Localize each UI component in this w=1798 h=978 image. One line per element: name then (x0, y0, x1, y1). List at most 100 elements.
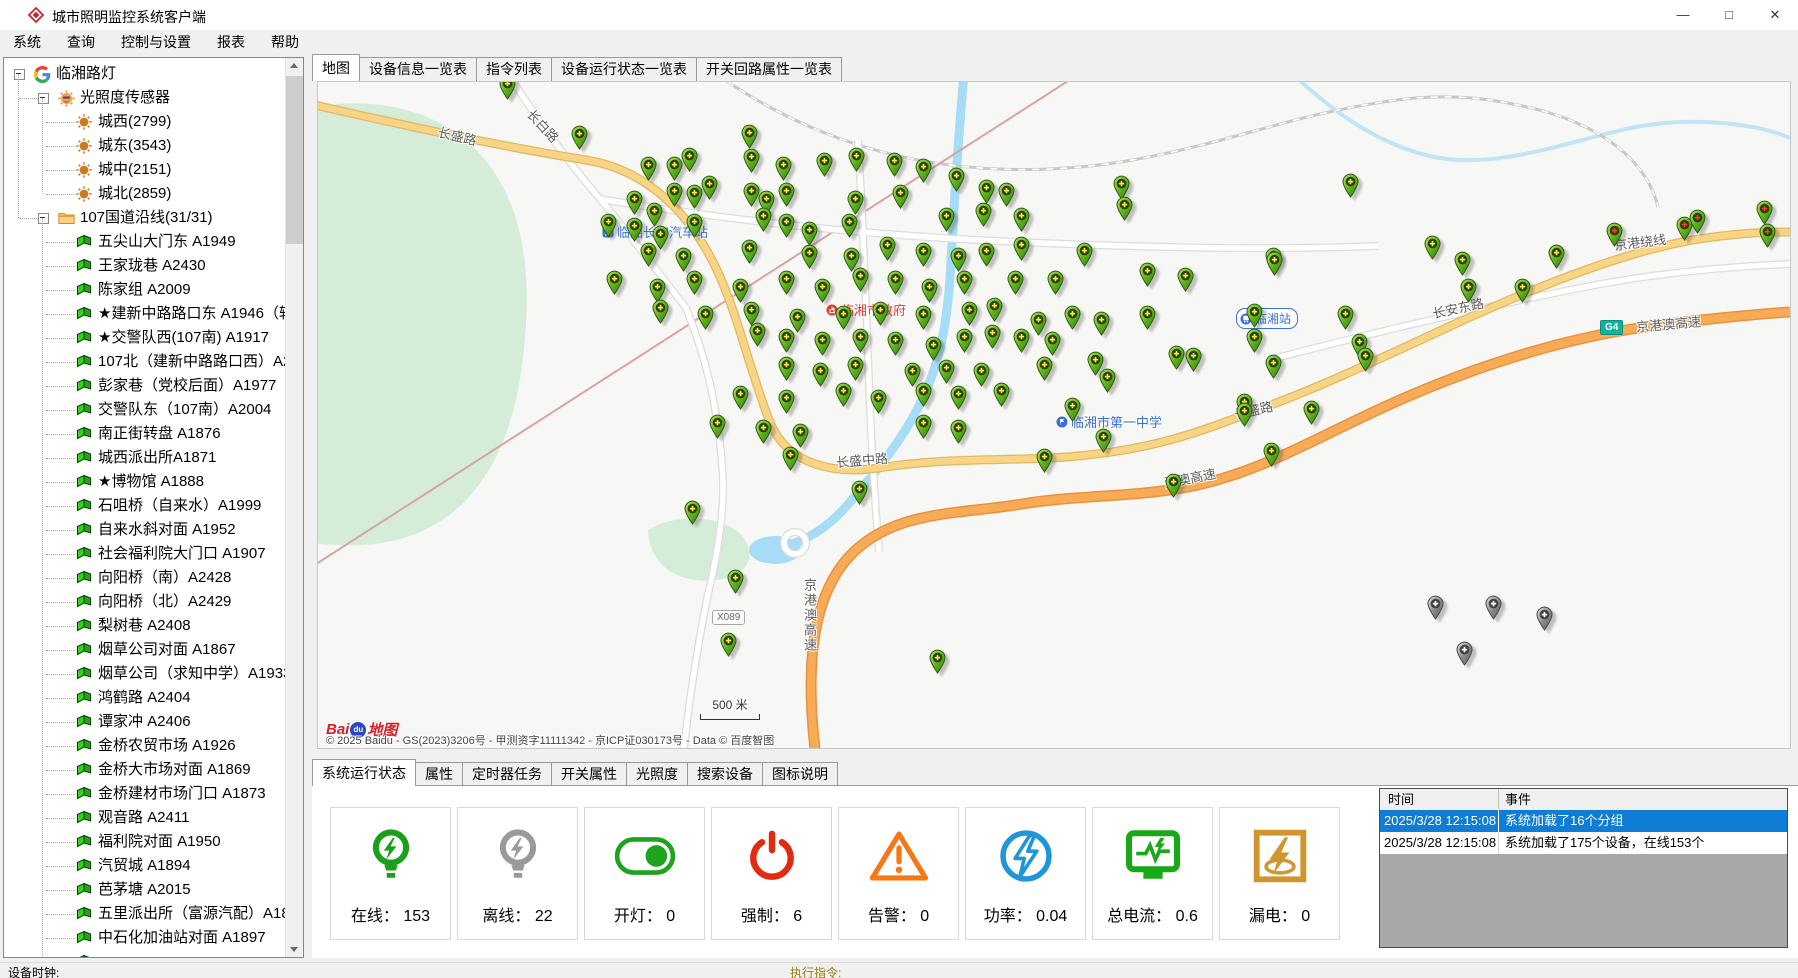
scroll-up-icon[interactable] (286, 58, 303, 74)
map-pin-online[interactable] (1098, 368, 1117, 393)
map-pin-offline[interactable] (1484, 595, 1503, 620)
map-pin-online[interactable] (1336, 305, 1355, 330)
tree-device-node[interactable]: 观音路 A2411 (4, 806, 286, 830)
map-pin-online[interactable] (740, 124, 759, 149)
map-pin-online[interactable] (977, 242, 996, 267)
map-pin-online[interactable] (891, 184, 910, 209)
map-pin-forced[interactable] (1605, 222, 1624, 247)
tab-map[interactable]: 地图 (312, 54, 360, 81)
tree-device-node[interactable]: 自来水斜对面 A1952 (4, 518, 286, 542)
map-pin-online[interactable] (955, 270, 974, 295)
map-pin-online[interactable] (1035, 448, 1054, 473)
tab-switch-props[interactable]: 开关属性 (551, 762, 627, 786)
minimize-icon[interactable]: — (1660, 0, 1706, 30)
map-pin-online[interactable] (928, 649, 947, 674)
map-pin-online[interactable] (731, 385, 750, 410)
map-pin-online[interactable] (774, 156, 793, 181)
map-pin-online[interactable] (1063, 305, 1082, 330)
tree-group-road107[interactable]: 107国道沿线(31/31) (4, 206, 286, 230)
tree-device-node[interactable]: 福利院对面 A1950 (4, 830, 286, 854)
map-pin-online[interactable] (680, 147, 699, 172)
map-pin-online[interactable] (1138, 262, 1157, 287)
tab-icon-legend[interactable]: 图标说明 (762, 762, 838, 786)
map-pin-online[interactable] (726, 569, 745, 594)
map-pin-online[interactable] (754, 207, 773, 232)
map-pin-online[interactable] (977, 179, 996, 204)
map-pin-online[interactable] (871, 301, 890, 326)
map-pin-online[interactable] (1075, 242, 1094, 267)
map-pin-online[interactable] (1043, 331, 1062, 356)
tree-sensor-node[interactable]: 城北(2859) (4, 182, 286, 206)
map-pin-online[interactable] (985, 297, 1004, 322)
tab-device-status-list[interactable]: 设备运行状态一览表 (551, 57, 697, 81)
map-pin-online[interactable] (696, 305, 715, 330)
scrollbar-thumb[interactable] (286, 76, 303, 244)
map-pin-online[interactable] (811, 362, 830, 387)
tree-device-node[interactable]: 社会福利院大门口 A1907 (4, 542, 286, 566)
map-pin-online[interactable] (777, 389, 796, 414)
tree-device-node[interactable]: 石咀桥（自来水）A1999 (4, 494, 286, 518)
tree-device-node[interactable]: 烟草公司对面 A1867 (4, 638, 286, 662)
map-pin-online[interactable] (599, 213, 618, 238)
map-pin-online[interactable] (949, 419, 968, 444)
map-pin-online[interactable] (1341, 173, 1360, 198)
map-pin-online[interactable] (740, 239, 759, 264)
map-pin-online[interactable] (914, 158, 933, 183)
map-pin-online[interactable] (972, 362, 991, 387)
map-pin-online[interactable] (851, 267, 870, 292)
map-pin-online[interactable] (1459, 278, 1478, 303)
map-pin-online[interactable] (914, 382, 933, 407)
map-pin-online[interactable] (719, 632, 738, 657)
map-pin-online[interactable] (1176, 267, 1195, 292)
map-pin-online[interactable] (754, 419, 773, 444)
tree-device-node[interactable]: ★建新中路路口东 A1946（辅道灯） (4, 302, 286, 326)
map-pin-forced[interactable] (1758, 223, 1777, 248)
tree-device-node[interactable]: 梨树巷 A2408 (4, 614, 286, 638)
tree-device-node[interactable]: 彭家巷（党校后面）A1977 (4, 374, 286, 398)
map-pin-online[interactable] (777, 356, 796, 381)
map-pin-online[interactable] (955, 328, 974, 353)
tree-root-node[interactable]: 临湘路灯 (4, 62, 286, 86)
close-icon[interactable]: ✕ (1752, 0, 1798, 30)
tree-device-node[interactable]: 向阳桥（北）A2429 (4, 590, 286, 614)
map-pin-online[interactable] (840, 213, 859, 238)
map-pin-online[interactable] (1063, 397, 1082, 422)
map-pin-online[interactable] (1245, 328, 1264, 353)
map-pin-online[interactable] (777, 270, 796, 295)
tree-device-node[interactable]: 南正街转盘 A1876 (4, 422, 286, 446)
tree-device-node[interactable]: ★博物馆 A1888 (4, 470, 286, 494)
map-pin-online[interactable] (997, 182, 1016, 207)
map-pin-online[interactable] (834, 382, 853, 407)
tree-sensor-node[interactable]: 城西(2799) (4, 110, 286, 134)
map-pin-online[interactable] (1138, 305, 1157, 330)
map-pin-online[interactable] (851, 328, 870, 353)
tree-device-node[interactable]: 谭家冲 A2406 (4, 710, 286, 734)
menu-system[interactable]: 系统 (0, 30, 54, 54)
map-pin-online[interactable] (800, 244, 819, 269)
map-pin-offline[interactable] (1426, 595, 1445, 620)
map-pin-online[interactable] (570, 125, 589, 150)
map-pin-online[interactable] (813, 331, 832, 356)
map-pin-online[interactable] (813, 278, 832, 303)
tree-group-sensors[interactable]: 光照度传感器 (4, 86, 286, 110)
tree-device-node[interactable]: 汽贸城 A1894 (4, 854, 286, 878)
map-pin-online[interactable] (731, 278, 750, 303)
map-pin-online[interactable] (992, 382, 1011, 407)
map-pin-online[interactable] (920, 278, 939, 303)
map-pin-online[interactable] (1423, 235, 1442, 260)
map-pin-online[interactable] (1235, 402, 1254, 427)
map-pin-online[interactable] (1245, 303, 1264, 328)
tree-scrollbar[interactable] (285, 58, 303, 957)
map-pin-forced[interactable] (1755, 200, 1774, 225)
tab-command-list[interactable]: 指令列表 (476, 57, 552, 81)
map-pin-online[interactable] (846, 356, 865, 381)
tree-device-node[interactable]: 鸿鹤路 A2404 (4, 686, 286, 710)
map-pin-offline[interactable] (1535, 606, 1554, 631)
tree-device-node[interactable]: 城西派出所A1871 (4, 446, 286, 470)
map-pin-online[interactable] (1006, 270, 1025, 295)
map-pin-online[interactable] (1265, 251, 1284, 276)
map-pin-offline[interactable] (1455, 641, 1474, 666)
map-pin-online[interactable] (639, 156, 658, 181)
tree-device-node[interactable]: 王家珑巷 A2430 (4, 254, 286, 278)
tab-switch-loop-list[interactable]: 开关回路属性一览表 (696, 57, 842, 81)
